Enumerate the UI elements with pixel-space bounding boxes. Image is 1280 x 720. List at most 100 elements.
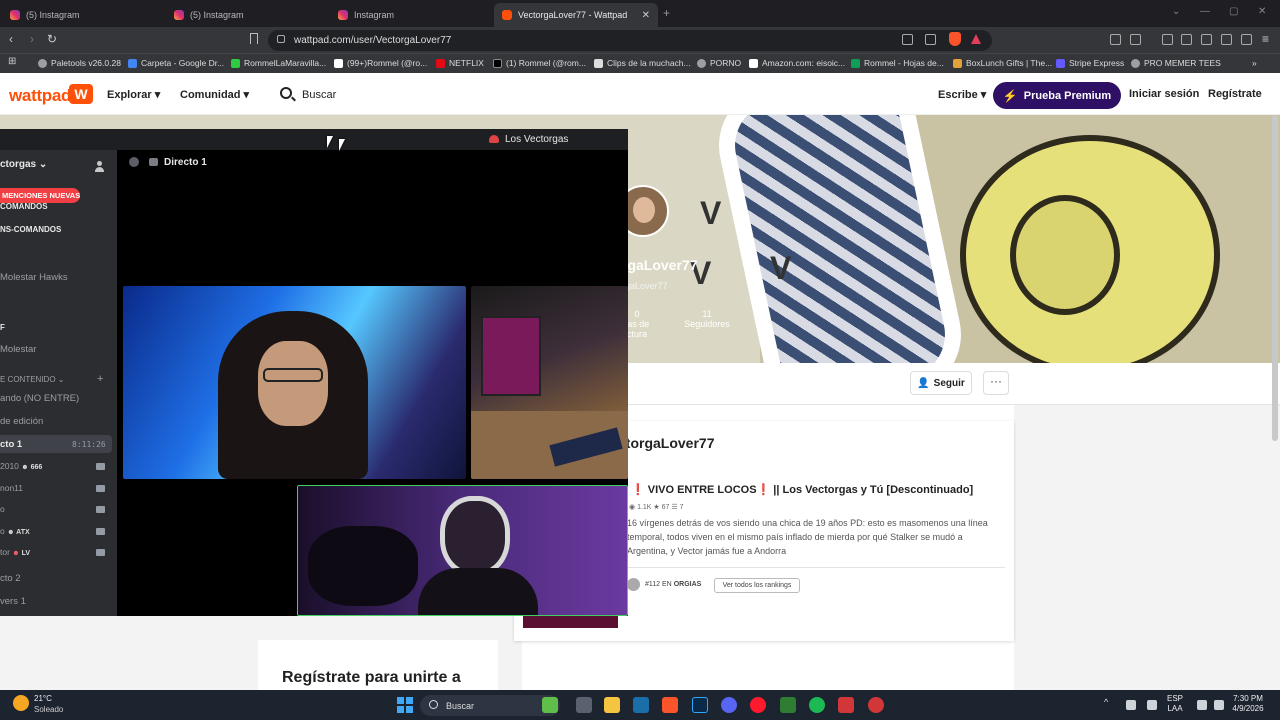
widgets-icon[interactable] (542, 697, 558, 713)
apps-grid-icon[interactable]: ⊞ (8, 56, 16, 67)
photoshop-icon[interactable] (692, 697, 708, 713)
bookmark-item[interactable]: BoxLunch Gifts | The... (953, 58, 1052, 68)
stream-tile-desk[interactable] (471, 286, 628, 479)
riot-icon[interactable] (868, 697, 884, 713)
explore-menu[interactable]: Explorar ▾ (107, 88, 160, 101)
sidebar-icon[interactable] (1181, 34, 1192, 45)
address-bar[interactable]: wattpad.com/user/VectorgaLover77 (268, 30, 992, 51)
minimize-icon[interactable]: — (1200, 6, 1210, 17)
channel-item[interactable]: vers 1 (0, 596, 26, 607)
bookmark-item[interactable]: Amazon.com: eisoic... (749, 58, 845, 68)
task-view-icon[interactable] (576, 697, 592, 713)
opera-icon[interactable] (750, 697, 766, 713)
reload-icon[interactable]: ↻ (47, 32, 57, 46)
add-channel-icon[interactable]: + (97, 373, 103, 385)
weather-temperature[interactable]: 21°C (34, 694, 52, 703)
weather-condition[interactable]: Soleado (34, 705, 63, 714)
channel-item[interactable]: NS-COMANDOS (0, 225, 61, 234)
add-user-icon[interactable] (95, 161, 107, 173)
more-options-button[interactable]: ··· (983, 371, 1009, 395)
clock[interactable]: 7:30 PM 4/9/2026 (1228, 694, 1268, 714)
maximize-icon[interactable]: ▢ (1229, 6, 1238, 17)
leo-icon[interactable] (1221, 34, 1232, 45)
share-icon[interactable] (925, 34, 936, 45)
voice-user[interactable]: 2010 ☻ 666 (0, 461, 42, 471)
app-icon[interactable] (780, 697, 796, 713)
spotify-icon[interactable] (809, 697, 825, 713)
channel-item[interactable]: Molestar Hawks (0, 272, 68, 283)
bookmark-icon[interactable] (250, 33, 258, 44)
page-scrollbar[interactable] (1272, 115, 1278, 441)
taskbar-search[interactable]: Buscar (420, 695, 560, 716)
reader-icon[interactable] (902, 34, 913, 45)
bookmark-item[interactable]: RommelLaMaravilla... (231, 58, 326, 68)
bookmark-item[interactable]: Clips de la muchach... (594, 58, 691, 68)
wattpad-logo[interactable]: wattpad (9, 86, 71, 106)
register-link[interactable]: Regístrate (1208, 88, 1262, 100)
extensions-icon[interactable] (1110, 34, 1121, 45)
bookmark-item[interactable]: Stripe Express (1056, 58, 1124, 68)
valorant-icon[interactable] (838, 697, 854, 713)
channel-item[interactable]: ando (NO ENTRE) (0, 393, 79, 404)
bookmark-item[interactable]: Carpeta - Google Dr... (128, 58, 224, 68)
wallet-icon[interactable] (1201, 34, 1212, 45)
volume-icon[interactable] (1214, 700, 1224, 710)
voice-user[interactable]: non11 (0, 483, 23, 493)
bookmark-item[interactable]: (1) Rommel (@rom... (493, 58, 586, 68)
menu-icon[interactable]: ≡ (1262, 32, 1269, 46)
start-icon[interactable] (397, 697, 413, 713)
wifi-icon[interactable] (1197, 700, 1207, 710)
channel-item[interactable]: Molestar (0, 344, 36, 355)
server-name[interactable]: ctorgas ⌄ (0, 159, 47, 170)
voice-user[interactable]: o ☻ ATX (0, 526, 30, 536)
channel-item[interactable]: de edición (0, 416, 43, 427)
close-icon[interactable]: ✕ (642, 10, 650, 21)
brave-icon[interactable] (662, 697, 678, 713)
steam-icon[interactable] (633, 697, 649, 713)
close-window-icon[interactable]: ✕ (1258, 6, 1266, 17)
bookmark-item[interactable]: PORNO (697, 58, 741, 68)
new-tab-icon[interactable]: + (663, 6, 670, 20)
microphone-icon[interactable] (1147, 700, 1157, 710)
tab-instagram-3[interactable]: Instagram (330, 3, 494, 27)
bookmark-item[interactable]: PRO MEMER TEES (1131, 58, 1221, 68)
site-info-icon[interactable] (277, 35, 285, 43)
bookmark-item[interactable]: Rommel - Hojas de... (851, 58, 944, 68)
search-input[interactable]: Buscar (302, 89, 336, 101)
channel-item[interactable]: cto 2 (0, 573, 21, 584)
follow-button[interactable]: 👤 Seguir (910, 371, 972, 395)
story-title[interactable]: ❗ VIVO ENTRE LOCOS❗ || Los Vectorgas y T… (631, 483, 973, 496)
channel-item[interactable]: COMANDOS (0, 202, 48, 211)
new-mentions-badge[interactable]: MENCIONES NUEVAS (0, 188, 80, 203)
stream-tile-main[interactable] (123, 286, 466, 479)
brave-rewards-icon[interactable] (971, 34, 981, 44)
tab-instagram-2[interactable]: (5) Instagram (166, 3, 330, 27)
media-icon[interactable] (1162, 34, 1173, 45)
channel-item[interactable]: F (0, 323, 5, 332)
premium-button[interactable]: ⚡ Prueba Premium (993, 82, 1121, 109)
discord-icon[interactable] (721, 697, 737, 713)
screenshot-icon[interactable] (1130, 34, 1141, 45)
bookmark-item[interactable]: (99+)Rommel (@ro... (334, 58, 427, 68)
category-item[interactable]: E CONTENIDO ⌄ (0, 375, 65, 384)
tab-wattpad[interactable]: VectorgaLover77 - Wattpad ✕ (494, 3, 658, 27)
login-link[interactable]: Iniciar sesión (1129, 88, 1199, 100)
bookmark-item[interactable]: NETFLIX (436, 58, 484, 68)
stream-tile-drums[interactable] (297, 485, 628, 616)
community-menu[interactable]: Comunidad ▾ (180, 88, 249, 101)
vpn-icon[interactable] (1241, 34, 1252, 45)
discord-titlebar[interactable]: Los Vectorgas (0, 129, 628, 150)
tab-instagram-1[interactable]: (5) Instagram (2, 3, 166, 27)
chevron-right-icon[interactable]: » (1252, 58, 1257, 68)
voice-user[interactable]: o (0, 504, 5, 514)
followers-stat[interactable]: 11 Seguidores (682, 309, 732, 329)
bookmark-item[interactable]: Paletools v26.0.28 (38, 58, 121, 68)
search-icon[interactable] (280, 87, 292, 99)
chevron-up-icon[interactable]: ^ (1104, 697, 1114, 707)
brave-shields-icon[interactable] (949, 32, 961, 46)
file-explorer-icon[interactable] (604, 697, 620, 713)
back-icon[interactable]: ‹ (9, 32, 13, 46)
tray-app-icon[interactable] (1126, 700, 1136, 710)
voice-user[interactable]: tor ☻ LV (0, 547, 30, 557)
weather-sun-icon[interactable] (13, 695, 29, 711)
